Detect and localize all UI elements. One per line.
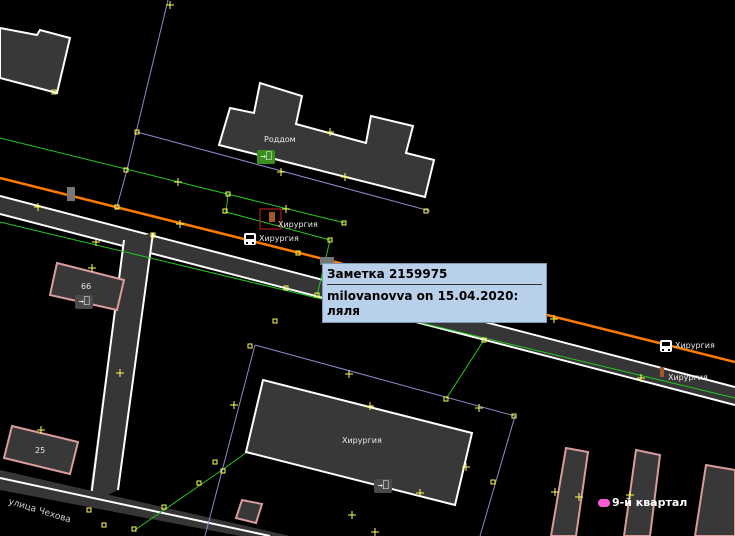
label-house-25: 25 — [35, 446, 46, 455]
building-strip-3[interactable] — [693, 463, 735, 536]
bus-stop-1-label: Хирургия — [259, 234, 299, 243]
note-title: Заметка 2159975 — [327, 267, 542, 285]
footway-4[interactable] — [445, 339, 485, 400]
label-district: 9-й квартал — [598, 496, 687, 509]
bus-stop-2[interactable]: Хирургия — [660, 340, 715, 352]
stop-position-icon[interactable] — [269, 212, 275, 222]
bus-stop-icon — [660, 340, 672, 352]
bus-stop-1[interactable]: Хирургия — [244, 233, 299, 245]
entrance-icon-roddom[interactable]: →⎕ — [257, 150, 275, 164]
label-khirurgiya-stop4: Хирургия — [668, 373, 708, 382]
entrance-icon-66[interactable]: →⎕ — [75, 295, 93, 309]
building-strip-2[interactable] — [622, 448, 662, 536]
label-roddom: Роддом — [264, 135, 296, 144]
note-popup[interactable]: Заметка 2159975 milovanovva on 15.04.202… — [322, 263, 547, 323]
bus-stop-icon — [244, 233, 256, 245]
label-house-66: 66 — [81, 282, 92, 291]
building-roddom[interactable] — [217, 81, 436, 199]
place-icon — [598, 498, 610, 507]
barrier-icon[interactable] — [67, 187, 75, 201]
note-line2: ляля — [327, 304, 360, 318]
building-top-left[interactable] — [0, 26, 72, 95]
stop-position-icon-2[interactable] — [660, 367, 664, 377]
label-district-text: 9-й квартал — [612, 496, 688, 509]
entrance-icon-khirurgiya[interactable]: →⎕ — [374, 479, 392, 493]
bus-stop-2-label: Хирургия — [675, 341, 715, 350]
label-khirurgiya-building: Хирургия — [342, 436, 382, 445]
note-line1: milovanovva on 15.04.2020: — [327, 289, 519, 303]
label-khirurgiya-stop2: Хирургия — [278, 220, 318, 229]
building-small[interactable] — [234, 498, 264, 525]
